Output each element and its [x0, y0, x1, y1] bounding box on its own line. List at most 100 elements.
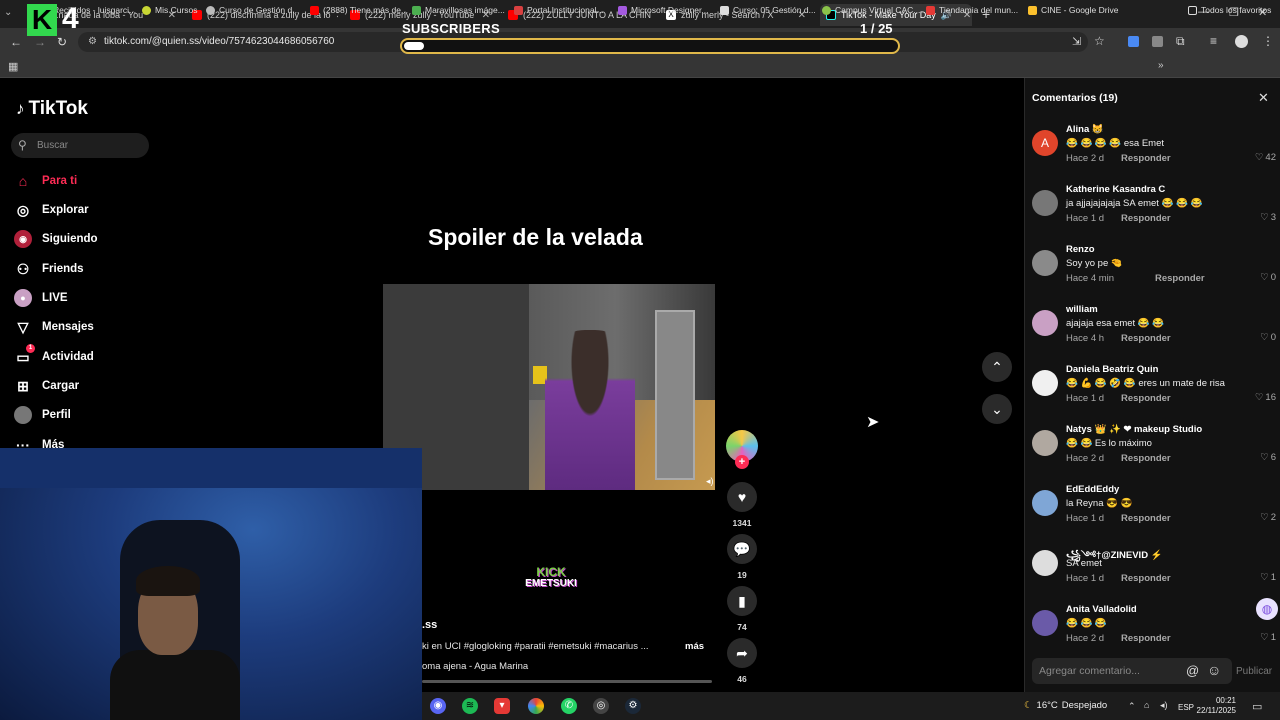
reply-button[interactable]: Responder	[1121, 153, 1171, 164]
video-author[interactable]: .ss	[422, 619, 437, 631]
bookmark-item[interactable]: Curso de Gestión d...	[206, 5, 299, 15]
previous-video-button[interactable]: ⌃	[982, 352, 1012, 382]
bookmark-item[interactable]: Portal Institucional...	[514, 5, 604, 15]
comment-like[interactable]: ♡ 16	[1255, 392, 1276, 403]
comment-author[interactable]: Katherine Kasandra C	[1066, 184, 1165, 195]
save-action[interactable]: ▮ 74	[727, 586, 757, 632]
bookmark-item[interactable]: Microsoft Designer...	[618, 5, 708, 15]
forward-icon[interactable]: →	[34, 35, 46, 49]
comment-avatar[interactable]: A	[1032, 130, 1058, 156]
extension-icon[interactable]	[1128, 36, 1139, 47]
comment-like[interactable]: ♡ 0	[1260, 272, 1276, 283]
like-action[interactable]: ♥ 1341	[727, 482, 757, 528]
close-comments-icon[interactable]: ✕	[1258, 90, 1269, 106]
bookmark-item[interactable]: Tiendamia del mun...	[926, 5, 1018, 15]
notification-icon[interactable]: ▭	[1252, 700, 1262, 713]
mention-icon[interactable]: @	[1186, 663, 1199, 678]
volume-icon[interactable]: ◂)	[706, 476, 714, 487]
menu-icon[interactable]: ⋮	[1262, 34, 1274, 48]
comment-author[interactable]: Natys 👑 ✨ ❤ makeup Studio	[1066, 424, 1202, 435]
comment-like[interactable]: ♡ 42	[1255, 152, 1276, 163]
bookmark-star-icon[interactable]: ☆	[1094, 34, 1105, 48]
discord-icon[interactable]: ◉	[430, 698, 446, 714]
video-progress-bar[interactable]	[422, 680, 712, 683]
comment-like[interactable]: ♡ 6	[1260, 452, 1276, 463]
nav-item-perfil[interactable]: Perfil	[14, 406, 71, 424]
comment-avatar[interactable]	[1032, 310, 1058, 336]
reply-button[interactable]: Responder	[1121, 333, 1171, 344]
reply-button[interactable]: Responder	[1121, 513, 1171, 524]
chevron-right-icon[interactable]: »	[1158, 60, 1164, 71]
comment-like[interactable]: ♡ 1	[1260, 572, 1276, 583]
weather-widget[interactable]: ☾ 16°C Despejado	[1024, 700, 1107, 711]
obs-icon[interactable]: ◎	[593, 698, 609, 714]
chrome-icon[interactable]	[528, 698, 544, 714]
comment-author[interactable]: Renzo	[1066, 244, 1095, 255]
nav-item-cargar[interactable]: ⊞ Cargar	[14, 377, 79, 395]
follow-button[interactable]: +	[735, 455, 749, 469]
language-indicator[interactable]: ESP	[1178, 703, 1194, 712]
bookmark-icon[interactable]: ▮	[727, 586, 757, 616]
nav-item-live[interactable]: ● LIVE	[14, 289, 68, 307]
spotify-icon[interactable]: ≋	[462, 698, 478, 714]
heart-icon[interactable]: ♥	[727, 482, 757, 512]
reload-icon[interactable]: ↻	[57, 35, 67, 49]
whatsapp-icon[interactable]: ✆	[561, 698, 577, 714]
nav-item-para-ti[interactable]: ⌂ Para ti	[14, 172, 77, 190]
extension-icon[interactable]	[1152, 36, 1163, 47]
network-icon[interactable]: ⌂	[1144, 700, 1149, 710]
comment-author[interactable]: Anita Valladolid	[1066, 604, 1137, 615]
profile-avatar[interactable]	[1235, 35, 1248, 48]
comment-author[interactable]: william	[1066, 304, 1098, 315]
post-button[interactable]: Publicar	[1236, 666, 1272, 677]
volume-tray-icon[interactable]: ◂)	[1160, 700, 1168, 711]
steam-icon[interactable]: ⚙	[625, 698, 641, 714]
bookmark-item[interactable]: (2888) Tiene más de...	[310, 5, 408, 15]
reply-button[interactable]: Responder	[1155, 273, 1205, 284]
tiktok-logo[interactable]: ♪ TikTok	[16, 98, 88, 120]
next-video-button[interactable]: ⌄	[982, 394, 1012, 424]
comment-author[interactable]: Daniela Beatriz Quin	[1066, 364, 1158, 375]
comment-avatar[interactable]	[1032, 190, 1058, 216]
tray-chevron-icon[interactable]: ⌃	[1128, 701, 1136, 712]
reply-button[interactable]: Responder	[1121, 453, 1171, 464]
comment-icon[interactable]: 💬	[727, 534, 757, 564]
bookmark-item[interactable]: Campus Virtual CAC...	[822, 5, 920, 15]
comment-author[interactable]: EdEddEddy	[1066, 484, 1119, 495]
comment-avatar[interactable]	[1032, 430, 1058, 456]
nav-item-actividad[interactable]: ▭ 1 Actividad	[14, 344, 94, 366]
comment-action[interactable]: 💬 19	[727, 534, 757, 580]
bookmark-item[interactable]: Curso: 05 Gestión d...	[720, 5, 816, 15]
comment-avatar[interactable]	[1032, 250, 1058, 276]
back-icon[interactable]: ←	[10, 35, 22, 49]
reply-button[interactable]: Responder	[1121, 633, 1171, 644]
extensions-puzzle-icon[interactable]: ⧉	[1176, 34, 1185, 49]
bookmark-item[interactable]: Mis Cursos	[142, 5, 198, 15]
more-button[interactable]: más	[685, 641, 704, 652]
comment-avatar[interactable]	[1032, 490, 1058, 516]
comment-like[interactable]: ♡ 1	[1260, 632, 1276, 643]
bookmark-item[interactable]: CINE - Google Drive	[1028, 5, 1118, 15]
site-info-icon[interactable]: ⚙	[88, 36, 97, 47]
url-text[interactable]: tiktok.com/@quien.ss/video/7574623044686…	[104, 36, 334, 47]
media-control-icon[interactable]: ≡	[1210, 34, 1217, 48]
reply-button[interactable]: Responder	[1121, 213, 1171, 224]
all-bookmarks-button[interactable]: Todos los favoritos	[1188, 5, 1271, 15]
brave-icon[interactable]: ▾	[494, 698, 510, 714]
clock[interactable]: 00:21 22/11/2025	[1196, 696, 1236, 716]
search-input[interactable]	[11, 133, 149, 158]
comment-avatar[interactable]	[1032, 550, 1058, 576]
install-icon[interactable]: ⇲	[1072, 35, 1081, 48]
share-icon[interactable]: ➦	[727, 638, 757, 668]
comment-author[interactable]: Alina 😸	[1066, 124, 1104, 135]
reply-button[interactable]: Responder	[1121, 573, 1171, 584]
video-music[interactable]: oma ajena - Agua Marina	[422, 661, 528, 672]
bookmark-item[interactable]: Maravillosas imáge...	[412, 5, 505, 15]
comment-like[interactable]: ♡ 2	[1260, 512, 1276, 523]
assistant-icon[interactable]: ◍	[1256, 598, 1278, 620]
nav-item-siguiendo[interactable]: ◉ Siguiendo	[14, 230, 98, 248]
apps-grid-icon[interactable]: ▦	[8, 60, 18, 73]
nav-item-friends[interactable]: ⚇ Friends	[14, 260, 84, 278]
comment-avatar[interactable]	[1032, 370, 1058, 396]
comment-like[interactable]: ♡ 3	[1260, 212, 1276, 223]
